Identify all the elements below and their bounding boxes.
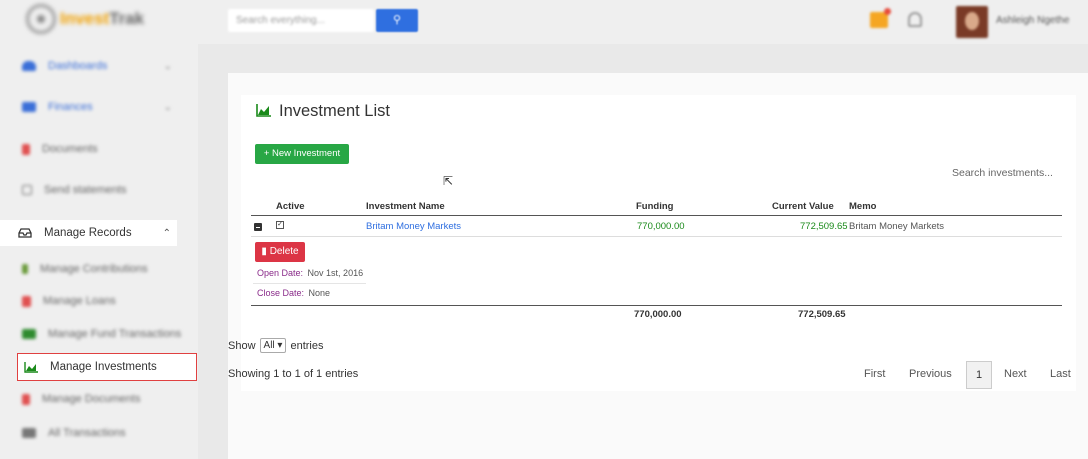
chevron-down-icon: ⌄ [163,101,172,113]
sidebar: InvestTrak Dashboards ⌄ Finances ⌄ Docum… [0,0,198,459]
sidebar-item-send-statements[interactable]: Send statements [0,174,198,206]
detail-divider [253,283,366,284]
area-chart-icon [24,362,38,373]
trash-icon: ▮ [261,246,267,257]
sidebar-item-manage-investments[interactable]: Manage Investments [17,353,197,381]
page-title: Investment List [279,102,390,120]
delete-button[interactable]: ▮ Delete [255,242,305,262]
sidebar-item-label: Manage Contributions [40,263,148,275]
sidebar-item-label: Send statements [44,184,127,196]
topbar: Search everything... ⚲ Ashleigh Ngethe [198,0,1088,44]
inbox-icon [18,228,32,238]
money-icon [22,329,36,339]
global-search-input[interactable]: Search everything... [228,9,374,32]
sidebar-item-label: Manage Investments [50,361,157,373]
logo-text-a: Invest [60,9,110,28]
sidebar-item-manage-loans[interactable]: Manage Loans [0,285,198,317]
contribution-icon [22,264,28,274]
app-logo[interactable]: InvestTrak [26,4,144,34]
open-date: Open Date: Nov 1st, 2016 [257,268,363,278]
sidebar-item-label: Manage Loans [43,295,116,307]
active-checkbox[interactable]: ✓ [276,221,284,229]
close-date-value: None [308,288,331,298]
sidebar-item-manage-documents[interactable]: Manage Documents [0,383,198,415]
show-suffix: entries [290,339,324,352]
sidebar-item-label: Manage Records [44,227,132,239]
sidebar-item-manage-contributions[interactable]: Manage Contributions [0,253,198,285]
user-name[interactable]: Ashleigh Ngethe [996,15,1069,26]
sidebar-item-label: Dashboards [48,60,108,72]
column-header-active[interactable]: Active [276,201,305,212]
mail-icon[interactable] [870,8,891,28]
pagination-first[interactable]: First [864,368,885,380]
sidebar-item-manage-fund-transactions[interactable]: Manage Fund Transactions [0,318,198,350]
funding-value: 770,000.00 [637,221,685,232]
page-length-control: Show All ▾ entries [228,338,324,353]
loan-icon [22,295,31,307]
column-header-memo[interactable]: Memo [849,201,876,212]
sidebar-item-label: Manage Documents [42,393,141,405]
mouse-cursor-icon: ⇱ [443,174,454,188]
bell-icon[interactable] [908,12,922,27]
current-value: 772,509.65 [800,221,848,232]
search-icon: ⚲ [392,14,402,26]
chevron-down-icon: ⌄ [163,60,172,72]
new-investment-button[interactable]: + New Investment [255,144,349,164]
show-prefix: Show [228,339,256,352]
pagination-previous[interactable]: Previous [909,368,952,380]
totals-divider [251,305,1062,306]
transactions-icon [22,428,36,438]
logo-icon [26,4,56,34]
cloud-icon [22,61,36,71]
column-header-funding[interactable]: Funding [636,201,673,212]
total-current-value: 772,509.65 [798,309,846,320]
sidebar-item-manage-records[interactable]: Manage Records ⌃ [0,220,177,246]
collapse-row-icon[interactable] [254,223,262,231]
open-date-value: Nov 1st, 2016 [307,268,364,278]
header-divider [251,215,1062,216]
logo-text-b: Trak [109,9,145,28]
table-info: Showing 1 to 1 of 1 entries [228,368,359,380]
sidebar-item-label: All Transactions [48,427,126,439]
memo-value: Britam Money Markets [849,221,945,232]
close-date: Close Date: None [257,288,330,298]
search-investments-input[interactable]: Search investments... [952,167,1053,179]
sidebar-item-documents[interactable]: Documents [0,133,198,165]
sidebar-item-finances[interactable]: Finances ⌄ [0,91,198,123]
open-date-label: Open Date: [257,268,304,278]
pagination-next[interactable]: Next [1004,368,1027,380]
sidebar-item-label: Manage Fund Transactions [48,328,182,340]
sidebar-item-all-transactions[interactable]: All Transactions [0,417,198,449]
document-icon [22,393,30,405]
pdf-icon [22,143,30,155]
column-header-name[interactable]: Investment Name [366,201,445,212]
notification-dot [884,8,891,15]
area-chart-icon [256,104,271,117]
pagination-last[interactable]: Last [1050,368,1071,380]
pagination-page-1[interactable]: 1 [966,361,992,389]
avatar[interactable] [956,6,988,38]
chevron-up-icon: ⌃ [162,227,171,239]
investment-panel [241,95,1076,391]
sidebar-item-label: Finances [48,101,93,113]
statement-icon [22,185,32,195]
entries-select[interactable]: All ▾ [259,338,287,353]
row-divider [251,236,1062,237]
delete-label: Delete [269,246,299,257]
total-funding: 770,000.00 [634,309,682,320]
sidebar-item-label: Documents [42,143,98,155]
finance-icon [22,102,36,112]
search-button[interactable]: ⚲ [376,9,418,32]
column-header-current-value[interactable]: Current Value [772,201,834,212]
sidebar-item-dashboards[interactable]: Dashboards ⌄ [0,50,198,82]
close-date-label: Close Date: [257,288,305,298]
investment-name-link[interactable]: Britam Money Markets [366,221,461,232]
